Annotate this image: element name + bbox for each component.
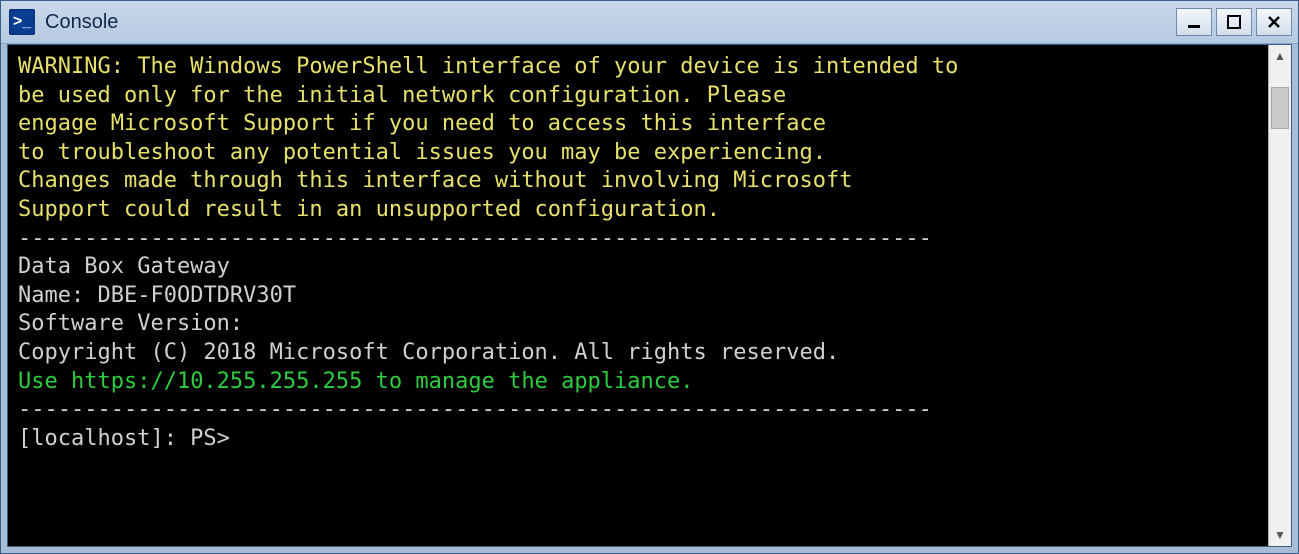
terminal-output[interactable]: WARNING: The Windows PowerShell interfac… (8, 45, 1268, 546)
product-name: Data Box Gateway (18, 254, 230, 279)
copyright-line: Copyright (C) 2018 Microsoft Corporation… (18, 340, 839, 365)
maximize-button[interactable] (1216, 8, 1252, 36)
scroll-thumb[interactable] (1271, 87, 1289, 129)
device-name-line: Name: DBE-F0ODTDRV30T (18, 283, 296, 308)
window-control-buttons (1176, 8, 1292, 36)
powershell-icon: >_ (9, 9, 35, 35)
separator: ----------------------------------------… (18, 397, 932, 422)
separator: ----------------------------------------… (18, 226, 932, 251)
warning-line: WARNING: The Windows PowerShell interfac… (18, 54, 958, 79)
powershell-console-window: >_ Console WARNING: The Windows PowerShe… (0, 0, 1299, 554)
warning-line: to troubleshoot any potential issues you… (18, 140, 826, 165)
titlebar[interactable]: >_ Console (1, 1, 1298, 44)
warning-line: Support could result in an unsupported c… (18, 197, 720, 222)
warning-line: engage Microsoft Support if you need to … (18, 111, 826, 136)
software-version-line: Software Version: (18, 311, 243, 336)
scroll-down-arrow-icon[interactable]: ▼ (1269, 524, 1291, 546)
client-area: WARNING: The Windows PowerShell interfac… (7, 44, 1292, 547)
close-button[interactable] (1256, 8, 1292, 36)
minimize-button[interactable] (1176, 8, 1212, 36)
manage-url-line: Use https://10.255.255.255 to manage the… (18, 369, 694, 394)
scroll-up-arrow-icon[interactable]: ▲ (1269, 45, 1291, 67)
warning-line: Changes made through this interface with… (18, 168, 852, 193)
prompt: [localhost]: PS> (18, 426, 230, 451)
vertical-scrollbar[interactable]: ▲ ▼ (1268, 45, 1291, 546)
warning-line: be used only for the initial network con… (18, 83, 786, 108)
window-title: Console (45, 11, 1176, 34)
